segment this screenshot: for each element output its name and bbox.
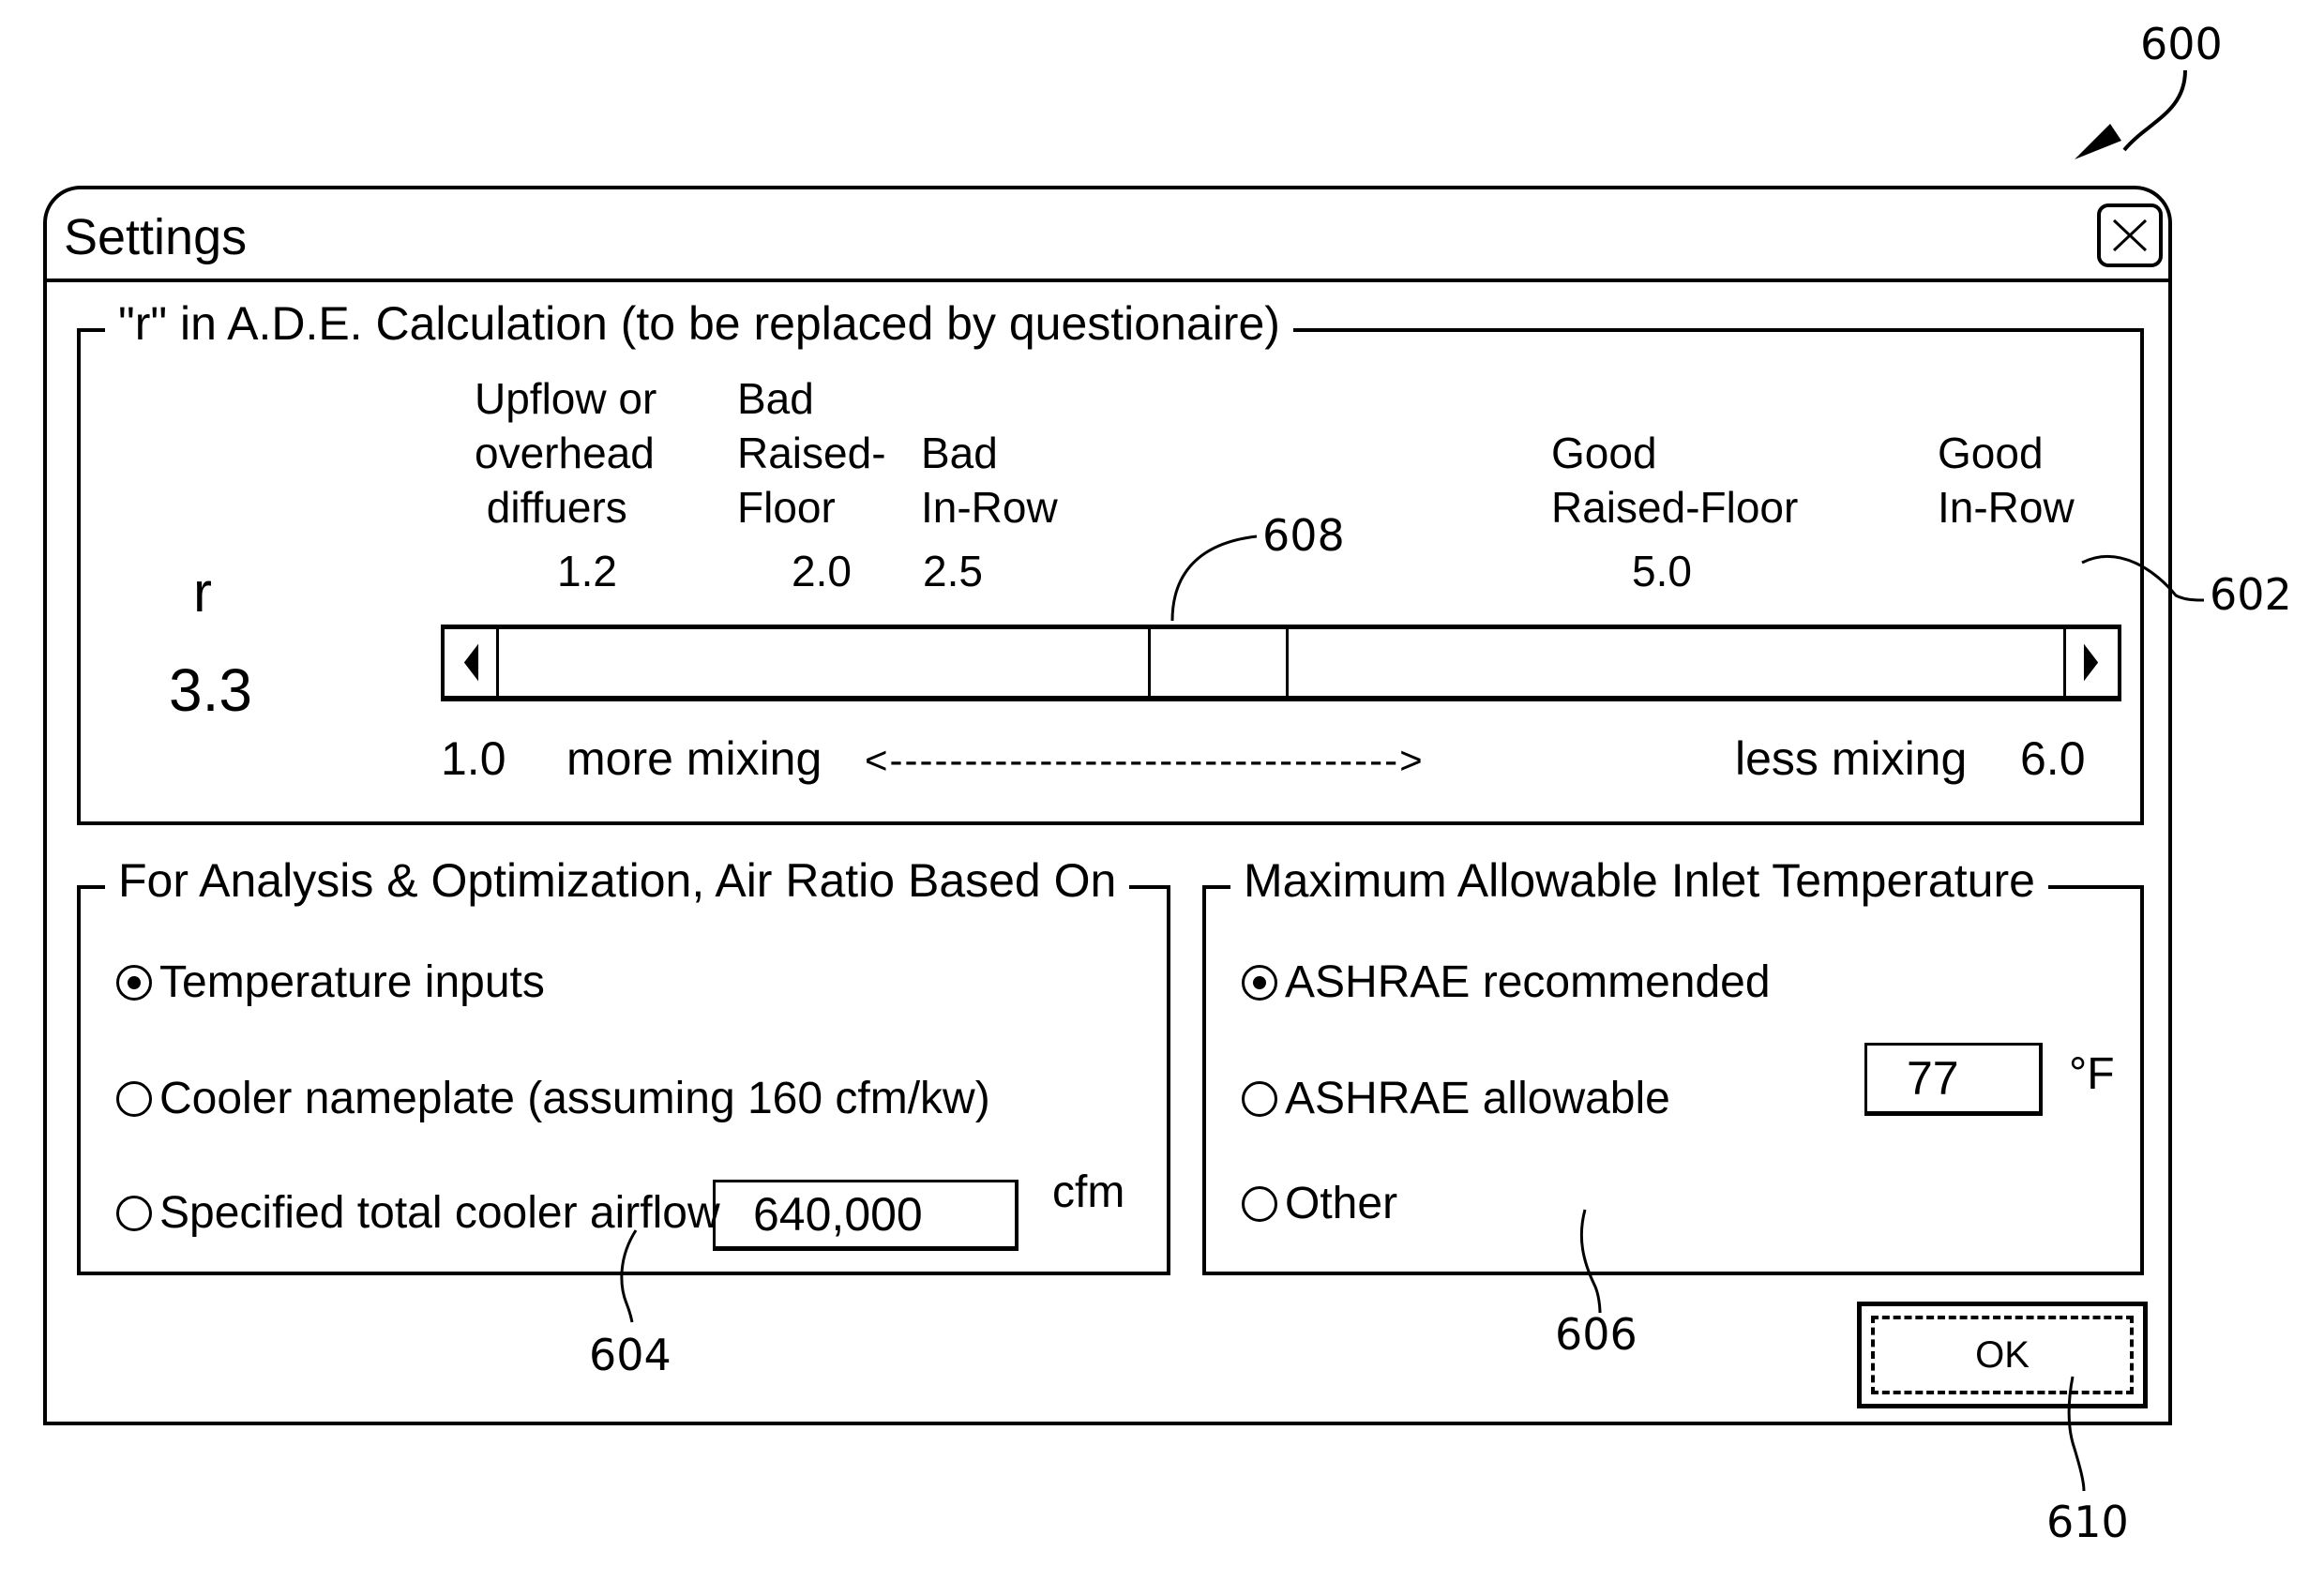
- radio-label: ASHRAE recommended: [1285, 957, 1771, 1007]
- r-label: r: [193, 561, 212, 624]
- less-mixing-label: less mixing: [1735, 732, 1968, 785]
- radio-temperature-inputs[interactable]: Temperature inputs: [116, 956, 545, 1008]
- radio-specified-airflow[interactable]: Specified total cooler airflow: [116, 1187, 720, 1239]
- mixing-direction-arrow: <---------------------------------->: [865, 738, 1425, 782]
- airflow-unit: cfm: [1052, 1167, 1125, 1217]
- ref-602: 602: [2210, 569, 2292, 620]
- radio-label: ASHRAE allowable: [1285, 1074, 1670, 1123]
- slider-max-label: 6.0: [2020, 732, 2086, 785]
- ok-focus-rect: OK: [1871, 1316, 2134, 1394]
- radio-button[interactable]: [116, 1195, 152, 1231]
- radio-button[interactable]: [116, 1080, 152, 1117]
- r-calculation-group: "r" in A.D.E. Calculation (to be replace…: [77, 300, 2144, 825]
- radio-ashrae-allowable[interactable]: ASHRAE allowable: [1242, 1073, 1670, 1124]
- radio-button[interactable]: [1242, 1080, 1277, 1117]
- radio-label: Temperature inputs: [159, 957, 545, 1007]
- slider-min-label: 1.0: [441, 732, 506, 785]
- radio-button[interactable]: [116, 964, 152, 1001]
- radio-label: Cooler nameplate (assuming 160 cfm/kw): [159, 1074, 990, 1123]
- arrowhead-600: [2075, 124, 2121, 159]
- inlet-temp-legend: Maximum Allowable Inlet Temperature: [1230, 857, 2048, 904]
- radio-other[interactable]: Other: [1242, 1178, 1397, 1229]
- ref-600: 600: [2140, 19, 2223, 69]
- leader-600: [2122, 69, 2187, 152]
- air-ratio-legend: For Analysis & Optimization, Air Ratio B…: [105, 857, 1130, 904]
- radio-cooler-nameplate[interactable]: Cooler nameplate (assuming 160 cfm/kw): [116, 1073, 990, 1124]
- r-value: 3.3: [169, 656, 252, 724]
- triangle-right-icon: [2083, 643, 2099, 682]
- dialog-title: Settings: [64, 209, 248, 265]
- ref-610: 610: [2046, 1497, 2129, 1547]
- ok-button[interactable]: OK: [1857, 1302, 2148, 1408]
- preset-label-upflow: Upflow or overhead diffuers: [475, 374, 657, 532]
- air-ratio-group: For Analysis & Optimization, Air Ratio B…: [77, 857, 1170, 1275]
- temperature-unit: °F: [2069, 1049, 2115, 1099]
- slider-left-button[interactable]: [445, 629, 499, 696]
- preset-label-good-in-row: Good In-Row: [1938, 429, 2075, 532]
- preset-label-good-raised-floor: Good Raised-Floor: [1551, 429, 1799, 532]
- settings-dialog: Settings "r" in A.D.E. Calculation (to b…: [43, 186, 2172, 1425]
- temperature-value: 77: [1907, 1052, 1959, 1105]
- triangle-left-icon: [463, 643, 479, 682]
- slider-thumb[interactable]: [1148, 629, 1290, 696]
- radio-button[interactable]: [1242, 1185, 1277, 1222]
- radio-button[interactable]: [1242, 964, 1277, 1001]
- radio-label: Other: [1285, 1179, 1398, 1228]
- slider-right-button[interactable]: [2063, 629, 2118, 696]
- close-button[interactable]: [2097, 203, 2163, 267]
- preset-value-1-2: 1.2: [557, 547, 617, 595]
- more-mixing-label: more mixing: [566, 732, 822, 785]
- temperature-input[interactable]: 77: [1864, 1043, 2043, 1116]
- title-bar: Settings: [47, 189, 2168, 282]
- radio-ashrae-recommended[interactable]: ASHRAE recommended: [1242, 956, 1771, 1008]
- preset-label-bad-raised-floor: Bad Raised- Floor: [737, 374, 886, 532]
- preset-value-5-0: 5.0: [1632, 547, 1692, 595]
- preset-label-bad-in-row: Bad In-Row: [921, 429, 1058, 532]
- airflow-value: 640,000: [753, 1188, 923, 1241]
- r-group-legend: "r" in A.D.E. Calculation (to be replace…: [105, 300, 1293, 347]
- ok-label: OK: [1975, 1333, 2030, 1376]
- preset-value-2-5: 2.5: [923, 547, 983, 595]
- airflow-input[interactable]: 640,000: [713, 1180, 1019, 1251]
- inlet-temperature-group: Maximum Allowable Inlet Temperature ASHR…: [1202, 857, 2144, 1275]
- close-x-icon: [2112, 218, 2148, 252]
- r-slider[interactable]: [441, 625, 2121, 701]
- preset-value-2-0: 2.0: [792, 547, 852, 595]
- radio-label: Specified total cooler airflow: [159, 1188, 720, 1238]
